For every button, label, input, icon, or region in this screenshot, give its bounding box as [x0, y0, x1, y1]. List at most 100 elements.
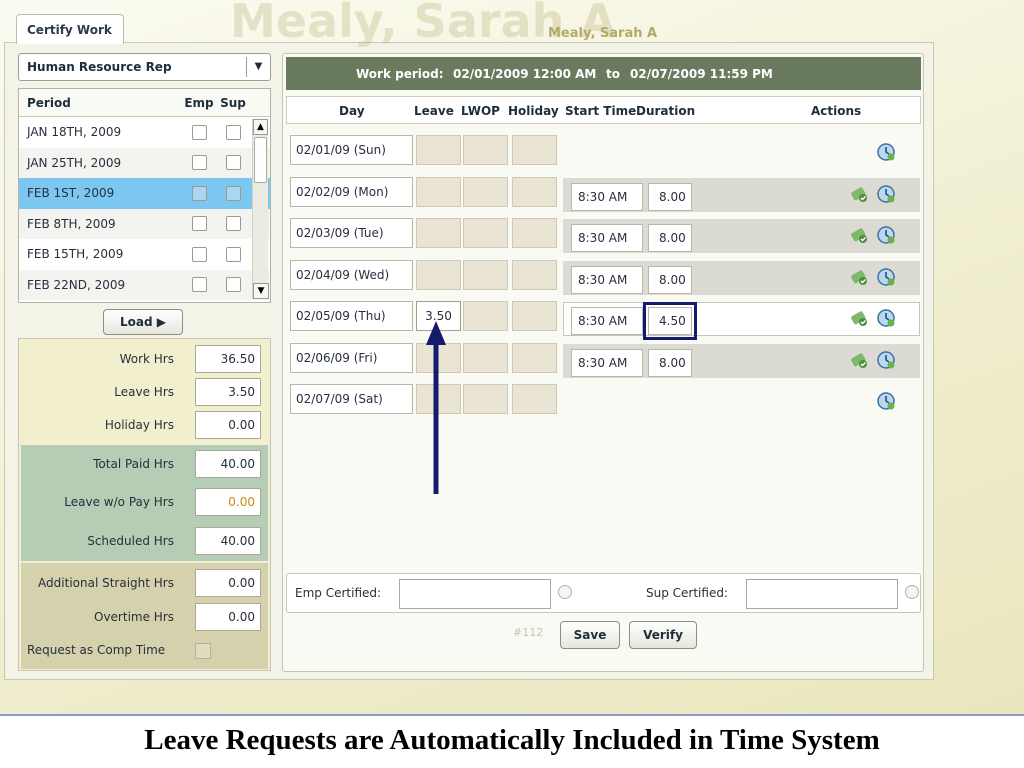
- lwop-field[interactable]: [463, 135, 508, 165]
- clock-icon[interactable]: [876, 350, 896, 370]
- period-header[interactable]: Period: [19, 89, 182, 116]
- emp-checkbox[interactable]: [191, 185, 207, 201]
- sup-certified-label: Sup Certified:: [646, 586, 728, 600]
- comment-bubble-icon[interactable]: [905, 585, 919, 599]
- emp-checkbox[interactable]: [191, 246, 207, 262]
- comp-time-checkbox[interactable]: [195, 643, 211, 659]
- lwop-field[interactable]: [463, 218, 508, 248]
- lwop-field[interactable]: [463, 259, 508, 290]
- period-row[interactable]: FEB 22ND, 2009: [19, 269, 270, 300]
- holiday-field[interactable]: [512, 135, 557, 165]
- comp-time-label: Request as Comp Time: [27, 643, 166, 657]
- sup-checkbox[interactable]: [225, 124, 241, 140]
- duration-field[interactable]: 8.00: [648, 265, 692, 294]
- holiday-field[interactable]: [512, 301, 557, 331]
- sup-checkbox[interactable]: [225, 277, 241, 293]
- holiday-field[interactable]: [512, 342, 557, 373]
- sup-certified-field[interactable]: [746, 579, 898, 609]
- emp-cell: [182, 155, 216, 171]
- load-button[interactable]: Load ▶: [103, 309, 183, 335]
- day-cell: 02/06/09 (Fri): [290, 342, 413, 373]
- scheduled-value: 40.00: [195, 527, 261, 555]
- tab-certify-work[interactable]: Certify Work: [16, 14, 124, 44]
- sup-cell: [216, 246, 250, 262]
- sup-header[interactable]: Sup: [216, 89, 250, 116]
- holiday-field[interactable]: [512, 384, 557, 414]
- holiday-field[interactable]: [512, 218, 557, 248]
- duration-field[interactable]: 4.50: [643, 302, 697, 340]
- approve-icon[interactable]: [849, 267, 869, 287]
- emp-cell: [182, 246, 216, 262]
- emp-certified-field[interactable]: [399, 579, 551, 609]
- scroll-thumb[interactable]: [254, 137, 267, 183]
- start-time-field[interactable]: 8:30 AM: [571, 307, 643, 335]
- duration-field[interactable]: 8.00: [648, 224, 692, 252]
- clock-icon[interactable]: [876, 142, 896, 162]
- leave-col-header: Leave: [414, 104, 454, 118]
- lwop-field[interactable]: [463, 342, 508, 373]
- emp-checkbox[interactable]: [191, 124, 207, 140]
- total-paid-row: Total Paid Hrs 40.00: [19, 450, 266, 478]
- duration-field[interactable]: 8.00: [648, 182, 692, 211]
- leave-field[interactable]: [416, 218, 461, 248]
- holiday-field[interactable]: [512, 176, 557, 207]
- lwop-field[interactable]: [463, 176, 508, 207]
- start-time-field[interactable]: 8:30 AM: [571, 265, 643, 294]
- approve-icon[interactable]: [849, 308, 869, 328]
- total-paid-value: 40.00: [195, 450, 261, 478]
- period-row[interactable]: FEB 15TH, 2009: [19, 239, 270, 270]
- clock-icon[interactable]: [876, 391, 896, 411]
- period-row[interactable]: FEB 8TH, 2009: [19, 208, 270, 239]
- leave-wo-pay-label: Leave w/o Pay Hrs: [64, 495, 174, 509]
- department-select[interactable]: Human Resource Rep ▼: [18, 53, 271, 81]
- save-button[interactable]: Save: [560, 621, 620, 649]
- holiday-col-header: Holiday: [508, 104, 559, 118]
- additional-label: Additional Straight Hrs: [38, 576, 174, 590]
- day-row: 02/07/09 (Sat): [286, 383, 921, 419]
- period-row[interactable]: FEB 1ST, 2009: [19, 178, 270, 209]
- approve-icon[interactable]: [849, 184, 869, 204]
- lwop-field[interactable]: [463, 384, 508, 414]
- verify-button[interactable]: Verify: [629, 621, 697, 649]
- period-scrollbar[interactable]: ▲ ▼: [252, 119, 269, 299]
- scroll-up-icon[interactable]: ▲: [253, 119, 268, 135]
- emp-checkbox[interactable]: [191, 216, 207, 232]
- chevron-down-icon[interactable]: ▼: [246, 57, 270, 77]
- sup-checkbox[interactable]: [225, 155, 241, 171]
- approve-icon[interactable]: [849, 225, 869, 245]
- day-cell: 02/03/09 (Tue): [290, 218, 413, 248]
- start-time-field[interactable]: 8:30 AM: [571, 348, 643, 377]
- period-label: JAN 25TH, 2009: [27, 155, 122, 170]
- clock-icon[interactable]: [876, 184, 896, 204]
- comment-bubble-icon[interactable]: [558, 585, 572, 599]
- clock-icon[interactable]: [876, 267, 896, 287]
- start-time-field[interactable]: 8:30 AM: [571, 182, 643, 211]
- emp-checkbox[interactable]: [191, 277, 207, 293]
- holiday-field[interactable]: [512, 259, 557, 290]
- lwop-field[interactable]: [463, 301, 508, 331]
- slide-caption: Leave Requests are Automatically Include…: [144, 724, 880, 756]
- sup-checkbox[interactable]: [225, 216, 241, 232]
- period-table: Period Emp Sup JAN 18TH, 2009 JAN 25TH, 2…: [18, 88, 271, 303]
- leave-field[interactable]: [416, 176, 461, 207]
- period-row[interactable]: JAN 18TH, 2009: [19, 117, 270, 148]
- scheduled-label: Scheduled Hrs: [87, 534, 174, 548]
- emp-checkbox[interactable]: [191, 155, 207, 171]
- department-value: Human Resource Rep: [27, 60, 172, 74]
- totals-panel: Work Hrs 36.50 Leave Hrs 3.50 Holiday Hr…: [18, 338, 271, 671]
- scroll-down-icon[interactable]: ▼: [253, 283, 269, 299]
- sup-checkbox[interactable]: [225, 185, 241, 201]
- clock-icon[interactable]: [876, 308, 896, 328]
- duration-field[interactable]: 8.00: [648, 348, 692, 377]
- overtime-label: Overtime Hrs: [94, 610, 174, 624]
- slide-background: Mealy, Sarah A Mealy, Sarah A Certify Wo…: [0, 0, 1024, 716]
- period-row[interactable]: JAN 25TH, 2009: [19, 147, 270, 178]
- sup-checkbox[interactable]: [225, 246, 241, 262]
- work-hrs-label: Work Hrs: [119, 352, 174, 366]
- leave-field[interactable]: [416, 135, 461, 165]
- start-time-field[interactable]: 8:30 AM: [571, 224, 643, 252]
- emp-header[interactable]: Emp: [182, 89, 216, 116]
- clock-icon[interactable]: [876, 225, 896, 245]
- leave-field[interactable]: [416, 259, 461, 290]
- approve-icon[interactable]: [849, 350, 869, 370]
